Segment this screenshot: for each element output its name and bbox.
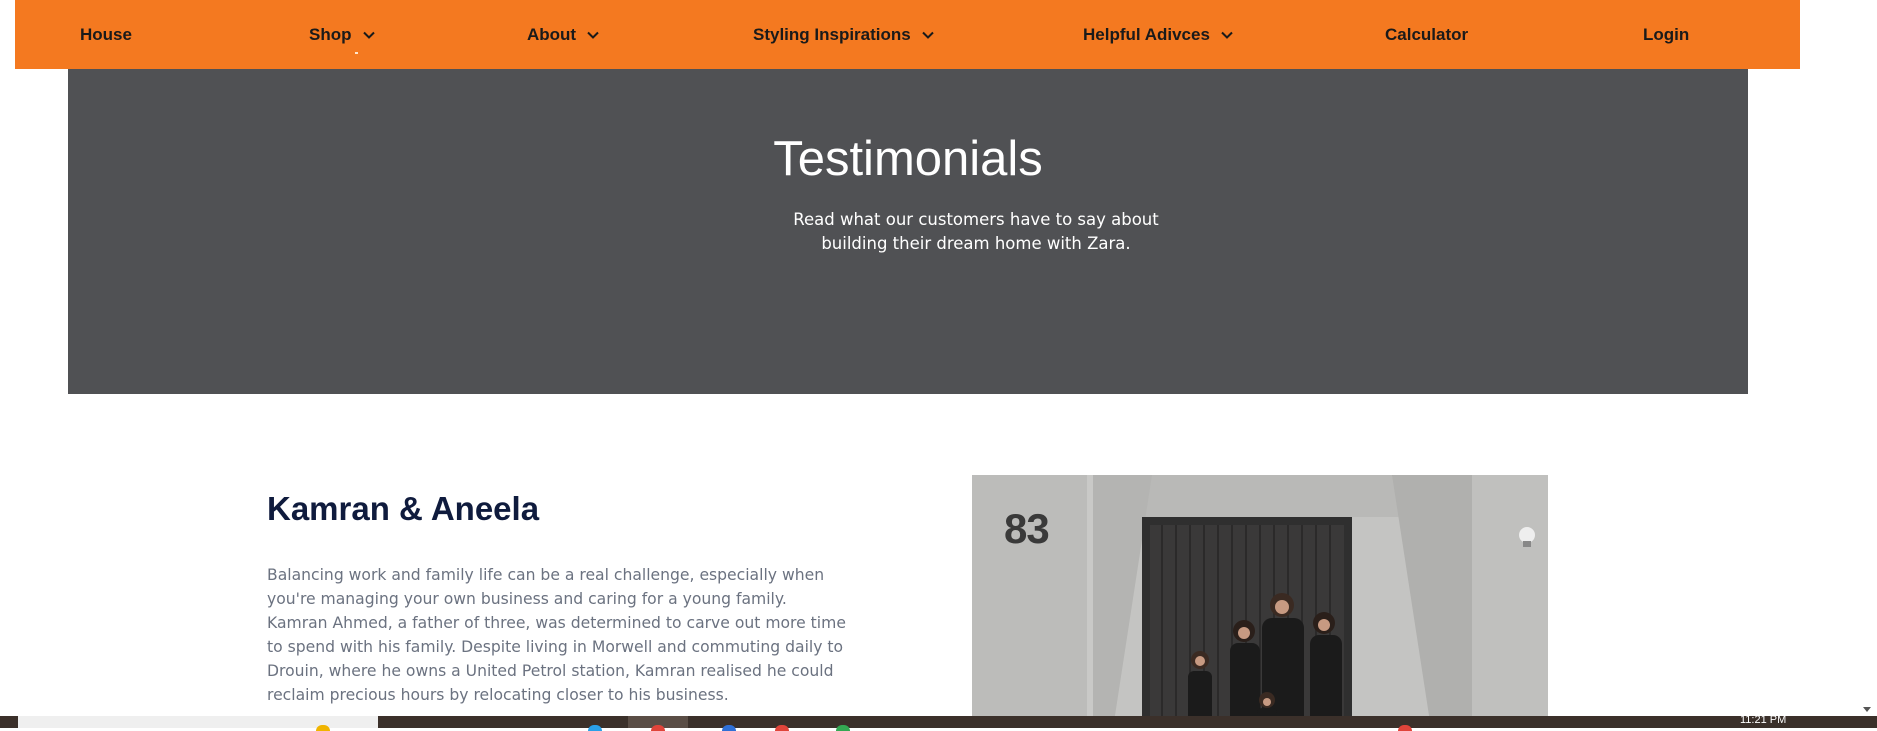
nav-label: Login <box>1643 24 1690 44</box>
nav-item-shop[interactable]: Shop <box>309 0 376 69</box>
testimonial-photo: 83 <box>972 475 1548 716</box>
taskbar-app-icon[interactable] <box>316 725 330 731</box>
page: House Shop About Styling Inspirations He… <box>0 0 1858 716</box>
house-number: 83 <box>1004 505 1050 552</box>
chevron-down-icon <box>586 28 600 42</box>
nav-label: About <box>527 24 577 44</box>
main-navigation: House Shop About Styling Inspirations He… <box>15 0 1800 69</box>
taskbar-app-icon[interactable] <box>588 725 602 731</box>
nav-item-helpful-advices[interactable]: Helpful Adivces <box>1083 0 1234 69</box>
hero-subtitle: Read what our customers have to say abou… <box>793 210 1159 253</box>
taskbar-app-icon[interactable] <box>775 725 789 731</box>
active-indicator <box>355 52 358 54</box>
chevron-down-icon <box>362 28 376 42</box>
taskbar-app-icon[interactable] <box>836 725 850 731</box>
taskbar-app-icon[interactable] <box>722 725 736 731</box>
taskbar-app-icon[interactable] <box>1398 725 1412 731</box>
page-scrollbar[interactable] <box>1858 0 1877 716</box>
family-photo-illustration <box>972 475 1548 716</box>
nav-item-about[interactable]: About <box>527 0 600 69</box>
chevron-down-icon <box>1220 28 1234 42</box>
page-title: Testimonials <box>773 132 1043 186</box>
nav-label: House <box>80 24 132 44</box>
testimonial-name: Kamran & Aneela <box>267 490 540 527</box>
scrollbar-track[interactable] <box>1858 0 1877 716</box>
scroll-down-arrow-icon[interactable] <box>1863 707 1871 712</box>
nav-label: Calculator <box>1385 24 1469 44</box>
nav-item-styling-inspirations[interactable]: Styling Inspirations <box>753 0 935 69</box>
nav-label: Shop <box>309 24 352 44</box>
os-taskbar: 11:21 PM <box>0 714 1877 731</box>
nav-item-house[interactable]: House <box>80 0 132 69</box>
taskbar-clock[interactable]: 11:21 PM <box>1740 714 1786 726</box>
nav-item-login[interactable]: Login <box>1643 0 1689 69</box>
taskbar-app-icon[interactable] <box>651 725 665 731</box>
nav-item-calculator[interactable]: Calculator <box>1385 0 1468 69</box>
nav-label: Styling Inspirations <box>753 24 911 44</box>
nav-label: Helpful Adivces <box>1083 24 1210 44</box>
hero-banner: Testimonials Read what our customers hav… <box>68 69 1748 394</box>
testimonial-body: Balancing work and family life can be a … <box>267 566 846 704</box>
chevron-down-icon <box>921 28 935 42</box>
